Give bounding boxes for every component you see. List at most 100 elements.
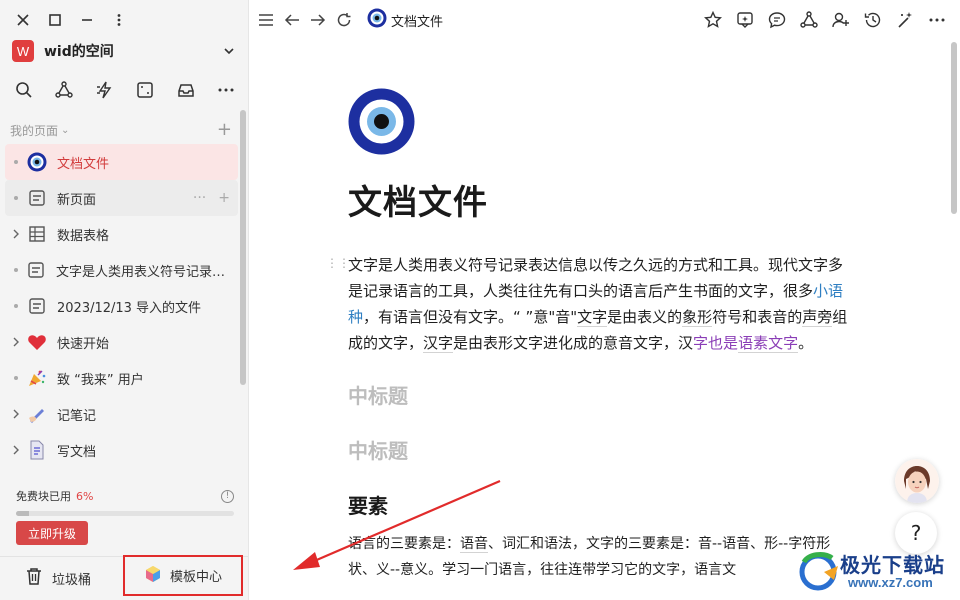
breadcrumb[interactable]: 文档文件 — [367, 8, 443, 32]
page-title[interactable]: 文档文件 — [348, 175, 848, 224]
template-center-label: 模板中心 — [169, 570, 222, 585]
magic-wand-icon[interactable] — [896, 11, 914, 29]
section-label: 我的页面 — [10, 123, 59, 138]
sidebar-toolbar — [14, 80, 236, 100]
bullet-icon — [13, 268, 18, 272]
add-icon[interactable]: + — [218, 190, 230, 206]
paragraph[interactable]: 文字是人类用表义符号记录表达信息以传之久远的方式和工具。现代文字多是记录语言的工… — [348, 252, 848, 356]
window-controls — [14, 8, 128, 32]
add-page-icon[interactable]: + — [217, 121, 232, 139]
trash-button[interactable]: 垃圾桶 — [26, 565, 91, 591]
underlined-term[interactable]: 象形 — [682, 308, 713, 327]
quota-bar — [16, 511, 234, 516]
breadcrumb-title: 文档文件 — [391, 14, 444, 30]
chevron-down-icon[interactable] — [220, 42, 238, 60]
history-icon[interactable] — [864, 11, 882, 29]
chevron-right-icon[interactable] — [5, 229, 27, 239]
chevron-right-icon[interactable] — [5, 409, 27, 419]
underlined-term[interactable]: 语音 — [460, 536, 488, 553]
graph-icon[interactable] — [800, 11, 818, 29]
colored-text: 字也是 — [693, 334, 739, 352]
chevron-right-icon[interactable] — [5, 445, 27, 455]
page-icon — [26, 260, 46, 280]
tree-item-label: 2023/12/13 导入的文件 — [57, 300, 202, 316]
back-arrow-icon[interactable] — [283, 11, 301, 29]
sidebar-scrollbar[interactable] — [240, 110, 246, 385]
tree-item[interactable]: 2023/12/13 导入的文件 — [5, 288, 238, 324]
assistant-avatar[interactable] — [895, 459, 939, 503]
space-name: wid的空间 — [44, 44, 114, 60]
document-body: 文档文件 ⋮⋮ 文字是人类用表义符号记录表达信息以传之久远的方式和工具。现代文字… — [326, 88, 848, 583]
page-icon — [27, 188, 47, 208]
tree-item[interactable]: 新页面 ··· + — [5, 180, 238, 216]
chevron-down-icon[interactable]: ⌄ — [61, 125, 69, 136]
heart-icon — [27, 332, 47, 352]
tree-item[interactable]: 记笔记 — [5, 396, 238, 432]
editor-scrollbar[interactable] — [951, 42, 957, 214]
quick-action-icon[interactable] — [95, 80, 115, 100]
trash-icon — [26, 567, 42, 589]
watermark-title: 极光下载站 — [840, 553, 945, 577]
section-my-pages[interactable]: 我的页面 ⌄ + — [10, 120, 232, 140]
text-run: ，有语言但没有文字。“ ”意"音" — [363, 308, 578, 326]
tree-item-label: 数据表格 — [57, 228, 110, 244]
template-center-button[interactable]: 模板中心 — [123, 555, 243, 596]
text-run: 文字是人类用表义符号记录表达信息以传之久远的方式和工具。现代文字多是记录语言的工… — [348, 256, 844, 300]
underlined-term[interactable]: 声旁 — [802, 308, 833, 327]
upgrade-button[interactable]: 立即升级 — [16, 521, 88, 545]
drag-handle-icon[interactable]: ⋮⋮ — [326, 256, 350, 270]
text-run: 。 — [798, 334, 814, 352]
tree-item[interactable]: 文字是人类用表义符号记录表达信息以传之久远的方式和工具 — [5, 252, 238, 288]
evil-eye-icon[interactable] — [348, 88, 415, 155]
page-icon — [27, 296, 47, 316]
more-vertical-icon[interactable] — [110, 11, 128, 29]
party-popper-icon — [27, 368, 47, 388]
ai-assistant-icon[interactable] — [736, 11, 754, 29]
add-member-icon[interactable] — [832, 11, 850, 29]
chevron-right-icon[interactable] — [5, 337, 27, 347]
bullet-icon — [14, 160, 18, 164]
bullet-icon — [14, 304, 18, 308]
evil-eye-icon — [367, 8, 387, 32]
app-window: W wid的空间 我的页面 ⌄ + 文档文件 新页面 ··· + 数据表格 文字… — [0, 0, 960, 600]
more-icon[interactable]: ··· — [193, 190, 206, 206]
graph-icon[interactable] — [54, 80, 74, 100]
inbox-icon[interactable] — [176, 80, 196, 100]
watermark-url: www.xz7.com — [848, 575, 933, 590]
table-icon — [27, 224, 47, 244]
heading-3[interactable]: 要素 — [348, 490, 848, 519]
tree-item[interactable]: 数据表格 — [5, 216, 238, 252]
tree-item[interactable]: 写文档 — [5, 432, 238, 468]
colored-link[interactable]: 语素文字 — [738, 334, 799, 353]
text-run: 是由表义的 — [607, 308, 683, 326]
refresh-icon[interactable] — [335, 11, 353, 29]
quota-bar-fill — [16, 511, 30, 516]
info-icon[interactable]: ! — [221, 489, 234, 503]
underlined-term[interactable]: 汉字 — [423, 334, 454, 353]
page-tree: 文档文件 新页面 ··· + 数据表格 文字是人类用表义符号记录表达 2023/… — [5, 144, 238, 468]
sidebar: W wid的空间 我的页面 ⌄ + 文档文件 新页面 ··· + 数据表格 文字… — [0, 0, 249, 600]
heading-2[interactable]: 中标题 — [348, 435, 848, 464]
text-run: 是由表形文字进化成的意音文字，汉 — [453, 334, 694, 352]
close-icon[interactable] — [14, 11, 32, 29]
more-icon[interactable] — [928, 11, 946, 29]
tree-item[interactable]: 文档文件 — [5, 144, 238, 180]
menu-icon[interactable] — [257, 11, 275, 29]
paragraph[interactable]: 语言的三要素是：语音、词汇和语法，文字的三要素是：音--语音、形--字符形状、义… — [348, 531, 848, 583]
heading-2[interactable]: 中标题 — [348, 380, 848, 409]
space-switcher[interactable]: W wid的空间 — [12, 38, 238, 64]
more-icon[interactable] — [216, 80, 236, 100]
quota-percent: 6% — [76, 489, 94, 503]
evil-eye-icon — [27, 152, 47, 172]
maximize-icon[interactable] — [46, 11, 64, 29]
star-icon[interactable] — [704, 11, 722, 29]
forward-arrow-icon[interactable] — [309, 11, 327, 29]
underlined-term[interactable]: 文字 — [577, 308, 608, 327]
search-icon[interactable] — [14, 80, 34, 100]
minimize-icon[interactable] — [78, 11, 96, 29]
bullet-icon — [14, 376, 18, 380]
tree-item[interactable]: 致 “我来” 用户 — [5, 360, 238, 396]
frame-icon[interactable] — [135, 80, 155, 100]
comment-icon[interactable] — [768, 11, 786, 29]
tree-item[interactable]: 快速开始 — [5, 324, 238, 360]
